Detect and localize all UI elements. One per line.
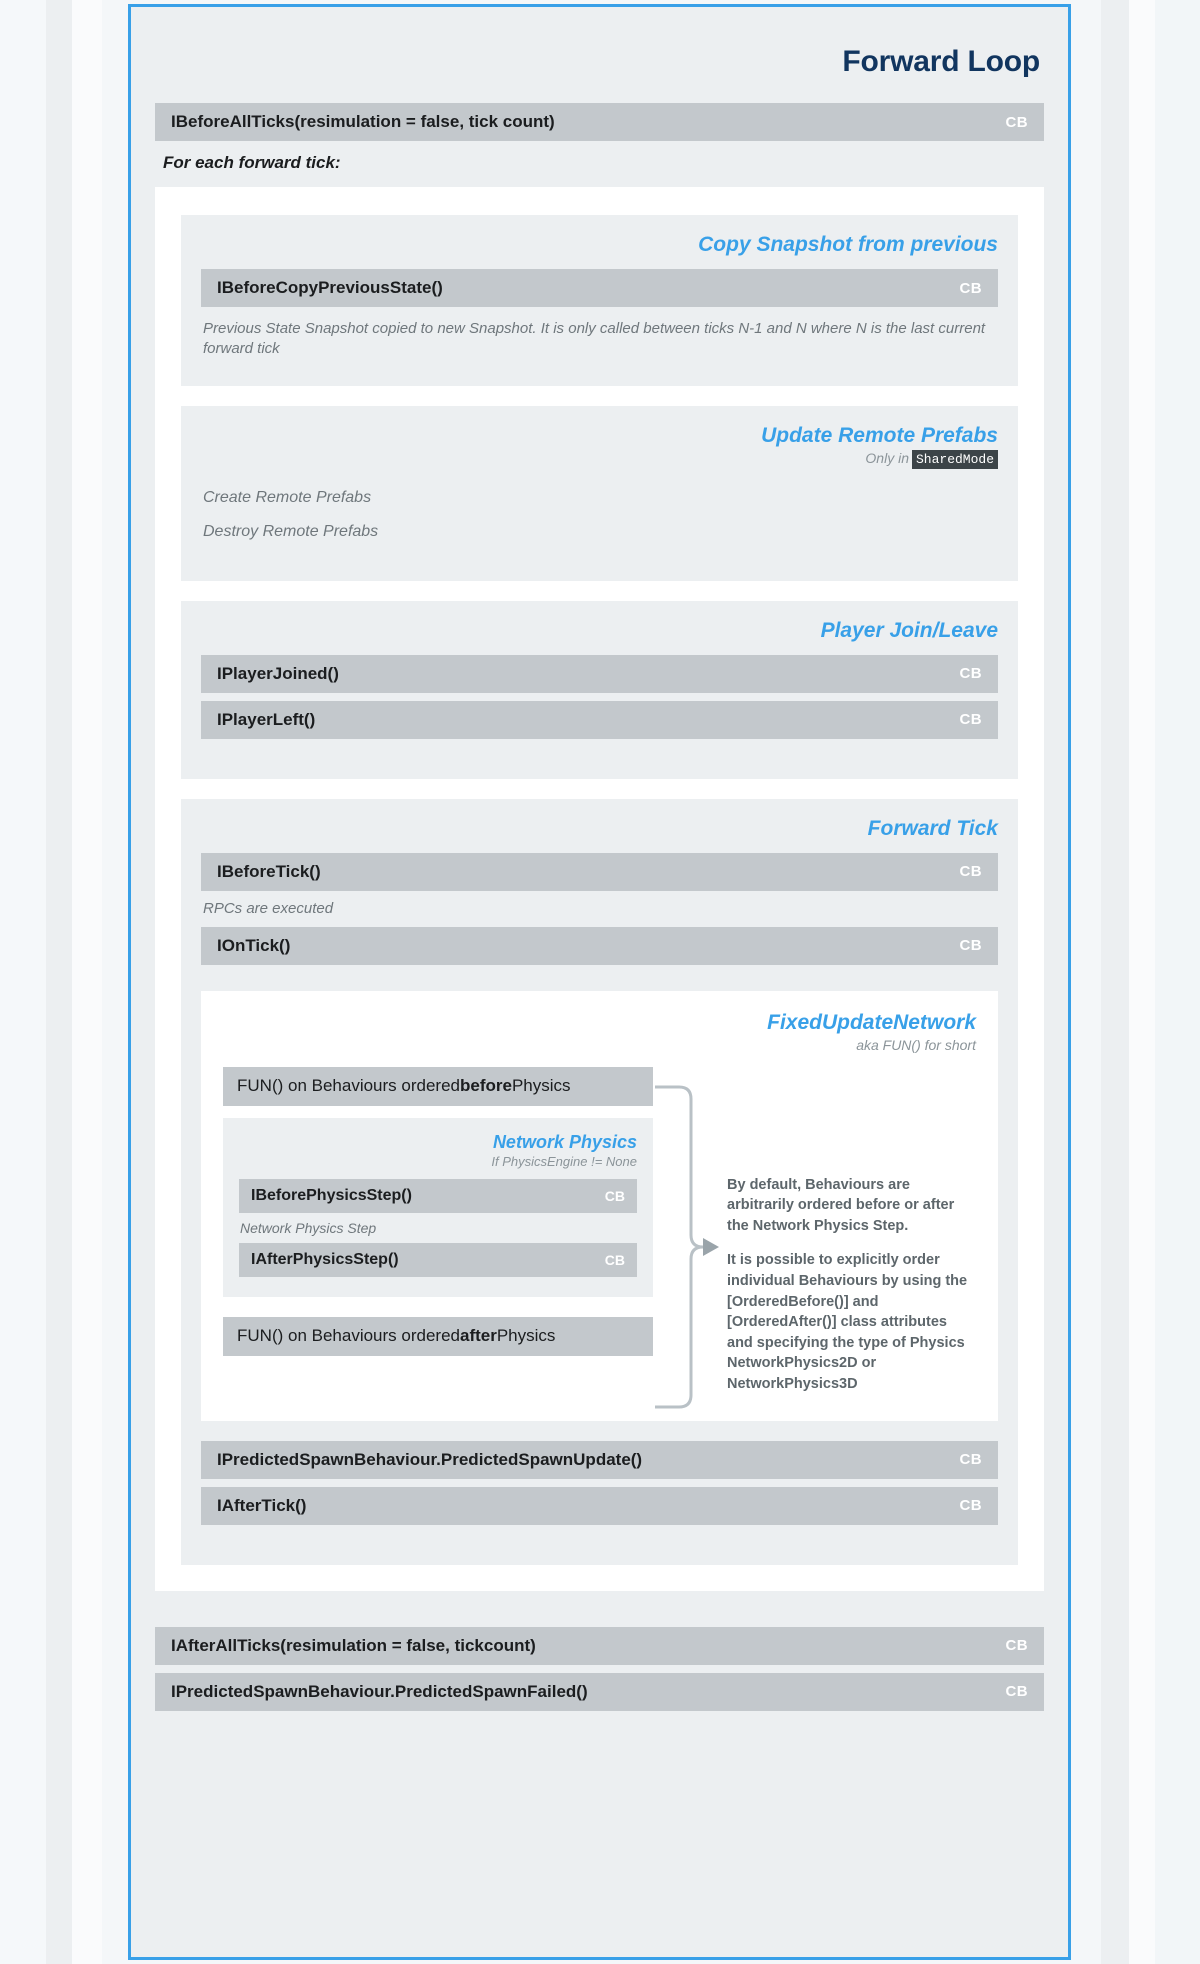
callback-badge: CB: [959, 279, 982, 297]
forward-tick-container: Copy Snapshot from previous IBeforeCopyP…: [155, 187, 1044, 1591]
callback-label: IAfterTick(): [217, 1495, 307, 1515]
remote-prefab-line: Create Remote Prefabs: [203, 488, 372, 506]
fun-ordering-connector: [653, 1067, 725, 1409]
callback-badge: CB: [1005, 113, 1028, 131]
section-forward-tick: Forward Tick IBeforeTick() CB RPCs are e…: [181, 798, 1018, 1565]
callback-label: IPredictedSpawnBehaviour.PredictedSpawnF…: [171, 1681, 588, 1701]
network-physics-subtitle: If PhysicsEngine != None: [491, 1153, 637, 1169]
callback-label: IPlayerLeft(): [217, 709, 316, 729]
callback-badge: CB: [604, 1187, 625, 1204]
fun-subtitle: aka FUN() for short: [856, 1036, 976, 1053]
callback-label: IPredictedSpawnBehaviour.PredictedSpawnU…: [217, 1449, 643, 1469]
callback-bar-predicted-spawn-failed: IPredictedSpawnBehaviour.PredictedSpawnF…: [155, 1672, 1044, 1711]
fun-bar-after-physics: FUN() on Behaviours ordered after Physic…: [223, 1316, 653, 1356]
copy-snapshot-note: Previous State Snapshot copied to new Sn…: [203, 320, 986, 358]
callback-label: IPlayerJoined(): [217, 663, 339, 683]
rpc-note: RPCs are executed: [203, 899, 334, 917]
callback-bar-before-tick: IBeforeTick() CB: [201, 852, 998, 891]
background-band-left-inner: [46, 0, 72, 1964]
callback-label: IBeforeTick(): [217, 861, 321, 881]
section-subtitle: Only in SharedMode: [201, 449, 998, 469]
section-title: Player Join/Leave: [820, 618, 998, 642]
section-title: Update Remote Prefabs: [761, 423, 998, 447]
callback-label: IBeforeAllTicks(resimulation = false, ti…: [171, 112, 555, 131]
callback-bar-after-physics-step: IAfterPhysicsStep() CB: [239, 1242, 637, 1277]
callback-bar-before-copy-previous-state: IBeforeCopyPreviousState() CB: [201, 269, 998, 307]
fun-side-note: By default, Behaviours are arbitrarily o…: [727, 1175, 976, 1395]
callback-badge: CB: [959, 665, 982, 682]
forward-loop-panel: Forward Loop IBeforeAllTicks(resimulatio…: [128, 4, 1071, 1960]
callback-bar-after-all-ticks: IAfterAllTicks(resimulation = false, tic…: [155, 1626, 1044, 1665]
shared-mode-chip: SharedMode: [911, 449, 998, 469]
callback-label: IAfterPhysicsStep(): [251, 1250, 399, 1268]
callback-badge: CB: [1005, 1637, 1028, 1655]
network-physics-card: Network Physics If PhysicsEngine != None…: [223, 1117, 653, 1297]
section-title: Forward Tick: [867, 816, 998, 840]
section-player-join-leave: Player Join/Leave IPlayerJoined() CB IPl…: [181, 600, 1018, 779]
callback-label: IOnTick(): [217, 935, 291, 955]
bracket-arrow-icon: [655, 1085, 719, 1409]
for-each-forward-tick-note: For each forward tick:: [163, 153, 341, 172]
fun-bar-prefix: FUN() on Behaviours ordered: [237, 1326, 460, 1346]
fun-bar-prefix: FUN() on Behaviours ordered: [237, 1076, 460, 1096]
callback-bar-on-tick: IOnTick() CB: [201, 926, 998, 965]
section-copy-snapshot: Copy Snapshot from previous IBeforeCopyP…: [181, 215, 1018, 386]
callback-bar-after-tick: IAfterTick() CB: [201, 1486, 998, 1525]
page-title: Forward Loop: [842, 45, 1040, 78]
callback-label: IAfterAllTicks(resimulation = false, tic…: [171, 1635, 536, 1655]
fixed-update-network-box: FixedUpdateNetwork aka FUN() for short F…: [201, 990, 998, 1421]
section-update-remote-prefabs: Update Remote Prefabs Only in SharedMode …: [181, 405, 1018, 581]
callback-bar-player-left: IPlayerLeft() CB: [201, 700, 998, 739]
callback-badge: CB: [959, 1451, 982, 1469]
section-subtitle-prefix: Only in: [865, 449, 909, 466]
background-band-right-mid: [1129, 0, 1155, 1964]
callback-label: IBeforePhysicsStep(): [251, 1186, 412, 1204]
callback-bar-predicted-spawn-update: IPredictedSpawnBehaviour.PredictedSpawnU…: [201, 1440, 998, 1479]
fun-bar-suffix: Physics: [496, 1326, 556, 1346]
fun-title: FixedUpdateNetwork: [767, 1010, 976, 1034]
fun-side-note-2: It is possible to explicitly order indiv…: [727, 1252, 968, 1392]
callback-badge: CB: [959, 863, 982, 880]
callback-label: IBeforeCopyPreviousState(): [217, 278, 443, 297]
fun-bar-suffix: Physics: [511, 1076, 571, 1096]
callback-badge: CB: [959, 1497, 982, 1515]
background-band-left-mid: [72, 0, 102, 1964]
background-band-right-inner: [1101, 0, 1129, 1964]
fun-bar-emphasis: after: [459, 1326, 497, 1346]
fun-side-note-1: By default, Behaviours are arbitrarily o…: [727, 1176, 955, 1234]
remote-prefab-line: Destroy Remote Prefabs: [203, 522, 379, 540]
background-band-left-outer: [0, 0, 46, 1964]
callback-badge: CB: [604, 1251, 625, 1268]
callback-bar-player-joined: IPlayerJoined() CB: [201, 654, 998, 693]
fun-bar-before-physics: FUN() on Behaviours ordered before Physi…: [223, 1066, 653, 1106]
callback-bar-before-physics-step: IBeforePhysicsStep() CB: [239, 1178, 637, 1213]
callback-badge: CB: [959, 937, 982, 955]
background-band-right-outer: [1155, 0, 1200, 1964]
network-physics-step-note: Network Physics Step: [240, 1219, 377, 1236]
network-physics-title: Network Physics: [492, 1131, 637, 1152]
callback-badge: CB: [1005, 1683, 1028, 1701]
callback-bar-before-all-ticks: IBeforeAllTicks(resimulation = false, ti…: [155, 103, 1044, 141]
fun-bar-emphasis: before: [459, 1076, 512, 1096]
section-title: Copy Snapshot from previous: [698, 233, 998, 256]
callback-badge: CB: [959, 711, 982, 728]
